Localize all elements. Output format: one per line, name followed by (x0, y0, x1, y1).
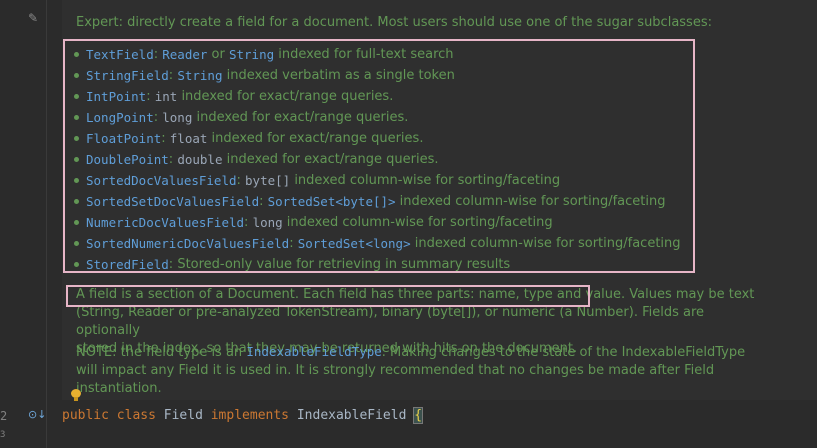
separator: : (161, 131, 170, 146)
item-description: Stored-only value for retrieving in summ… (177, 257, 511, 272)
line-number-next: 3 (0, 430, 6, 440)
field-class-link[interactable]: IntPoint (86, 86, 146, 107)
class-name[interactable]: Field (164, 408, 203, 423)
separator: : (168, 68, 178, 83)
type-link[interactable]: SortedSet<long> (298, 233, 411, 254)
type-link[interactable]: String (177, 65, 222, 86)
edit-pencil-icon[interactable]: ✎ (28, 11, 42, 25)
bullet-icon (74, 157, 79, 162)
bullet-icon (74, 136, 79, 141)
item-description: indexed column-wise for sorting/faceting (395, 194, 666, 209)
sugar-subclass-list: TextField: Reader or String indexed for … (74, 44, 681, 275)
type-link[interactable]: double (177, 149, 222, 170)
separator: : (168, 257, 178, 272)
implements-gutter-icon[interactable]: ⊙↓ (28, 408, 46, 421)
bullet-icon (74, 178, 79, 183)
field-class-link[interactable]: StringField (86, 65, 169, 86)
conjunction-text: or (207, 47, 229, 62)
lightbulb-icon[interactable] (71, 389, 81, 401)
separator: : (146, 89, 155, 104)
line-number: 2 (0, 409, 8, 423)
keyword-class: class (116, 408, 156, 423)
doc-paragraph-2-rest: . Making changes to the state of the Ind… (381, 345, 746, 360)
list-item: SortedSetDocValuesField: SortedSet<byte[… (74, 191, 681, 212)
text-caret (422, 408, 424, 423)
field-class-link[interactable]: TextField (86, 44, 154, 65)
type-link[interactable]: int (155, 86, 178, 107)
field-class-link[interactable]: NumericDocValuesField (86, 212, 244, 233)
item-description: indexed column-wise for sorting/faceting (410, 236, 681, 251)
list-item: SortedNumericDocValuesField: SortedSet<l… (74, 233, 681, 254)
field-class-link[interactable]: StoredField (86, 254, 169, 275)
gutter-divider (46, 0, 47, 448)
interface-name[interactable]: IndexableField (297, 408, 407, 423)
separator: : (244, 215, 253, 230)
indexablefieldtype-link[interactable]: IndexableFieldType (246, 344, 381, 359)
list-item: LongPoint: long indexed for exact/range … (74, 107, 681, 128)
item-description: indexed column-wise for sorting/faceting (290, 173, 561, 188)
list-item: StoredField: Stored-only value for retri… (74, 254, 681, 275)
doc-intro-text: Expert: directly create a field for a do… (76, 15, 712, 30)
separator: : (168, 152, 178, 167)
open-brace: { (413, 407, 424, 424)
list-item: FloatPoint: float indexed for exact/rang… (74, 128, 681, 149)
doc-paragraph-2-line2: will impact any Field it is used in. It … (76, 363, 715, 378)
field-class-link[interactable]: LongPoint (86, 107, 154, 128)
separator: : (153, 47, 163, 62)
list-item: StringField: String indexed verbatim as … (74, 65, 681, 86)
type-link[interactable]: Reader (162, 44, 207, 65)
bullet-icon (74, 73, 79, 78)
type-link[interactable]: SortedSet<byte[]> (268, 191, 396, 212)
bullet-icon (74, 94, 79, 99)
type-link[interactable]: long (253, 212, 283, 233)
separator: : (153, 110, 163, 125)
field-class-link[interactable]: SortedSetDocValuesField (86, 191, 259, 212)
list-item: TextField: Reader or String indexed for … (74, 44, 681, 65)
item-description: indexed for exact/range queries. (192, 110, 409, 125)
bullet-icon (74, 262, 79, 267)
keyword-public: public (62, 408, 109, 423)
doc-paragraph-2-prefix: NOTE: the field type is an (76, 345, 247, 360)
highlight-box-sentence (66, 285, 590, 307)
field-class-link[interactable]: DoublePoint (86, 149, 169, 170)
item-description: indexed for exact/range queries. (222, 152, 439, 167)
doc-paragraph-2: NOTE: the field type is an IndexableFiel… (76, 343, 756, 398)
item-description: indexed for full-text search (274, 47, 454, 62)
separator: : (289, 236, 298, 251)
item-description: indexed for exact/range queries. (207, 131, 424, 146)
item-description: indexed column-wise for sorting/faceting (282, 215, 553, 230)
code-line-class-declaration[interactable]: public class Field implements IndexableF… (62, 406, 424, 425)
type-link[interactable]: byte[] (245, 170, 290, 191)
separator: : (236, 173, 246, 188)
list-item: DoublePoint: double indexed for exact/ra… (74, 149, 681, 170)
item-description: indexed verbatim as a single token (222, 68, 455, 83)
item-description: indexed for exact/range queries. (177, 89, 394, 104)
separator: : (259, 194, 268, 209)
field-class-link[interactable]: SortedDocValuesField (86, 170, 237, 191)
list-item: IntPoint: int indexed for exact/range qu… (74, 86, 681, 107)
type-link[interactable]: long (162, 107, 192, 128)
list-item: NumericDocValuesField: long indexed colu… (74, 212, 681, 233)
bullet-icon (74, 52, 79, 57)
doc-paragraph-2-line3: instantiation. (76, 381, 162, 396)
field-class-link[interactable]: SortedNumericDocValuesField (86, 233, 289, 254)
field-class-link[interactable]: FloatPoint (86, 128, 161, 149)
bullet-icon (74, 115, 79, 120)
bullet-icon (74, 220, 79, 225)
list-item: SortedDocValuesField: byte[] indexed col… (74, 170, 681, 191)
keyword-implements: implements (210, 408, 290, 423)
type-link[interactable]: float (170, 128, 208, 149)
type-link[interactable]: String (229, 44, 274, 65)
bullet-icon (74, 199, 79, 204)
doc-paragraph-1-line2: (String, Reader or pre-analyzed TokenStr… (76, 305, 705, 338)
bullet-icon (74, 241, 79, 246)
